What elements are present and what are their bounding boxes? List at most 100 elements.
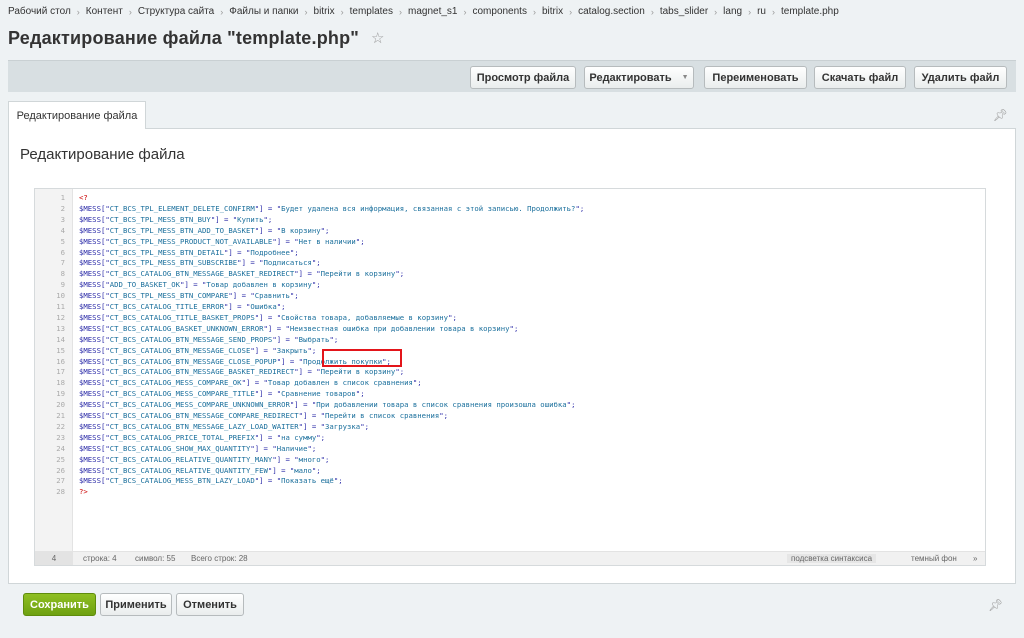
- syntax-highlight-toggle[interactable]: подсветка синтаксиса: [787, 554, 877, 563]
- apply-label: Применить: [105, 598, 167, 611]
- code-text: $MESS["CT_BCS_CATALOG_RELATIVE_QUANTITY_…: [79, 465, 321, 475]
- breadcrumb-item[interactable]: bitrix: [542, 6, 563, 17]
- message-key: CT_BCS_CATALOG_PRICE_TOTAL_PREFIX: [109, 432, 255, 442]
- line-number: 26: [56, 465, 65, 475]
- message-key: CT_BCS_CATALOG_BTN_MESSAGE_CLOSE: [109, 345, 251, 355]
- line-number: 11: [56, 302, 65, 311]
- code-text: $MESS["CT_BCS_CATALOG_BTN_MESSAGE_CLOSE"…: [79, 345, 317, 355]
- breadcrumb-separator-icon: ›: [650, 6, 654, 17]
- cursor-line-indicator: 4: [35, 552, 73, 565]
- message-key: CT_BCS_CATALOG_MESS_COMPARE_UNKNOWN_ERRO…: [109, 400, 290, 410]
- toolbar: Просмотр файла Редактировать ▼ Переименов…: [8, 60, 1016, 92]
- line-number: 22: [56, 421, 65, 431]
- breadcrumb-item[interactable]: Контент: [86, 6, 123, 17]
- message-value: Сравнение товаров: [281, 389, 356, 399]
- code-text: $MESS["CT_BCS_CATALOG_RELATIVE_QUANTITY_…: [79, 454, 330, 464]
- star-icon[interactable]: ☆: [371, 31, 384, 46]
- cancel-button[interactable]: Отменить: [176, 593, 244, 616]
- message-value: Купить: [237, 214, 264, 224]
- code-text: $MESS["CT_BCS_CATALOG_BTN_MESSAGE_BASKET…: [79, 367, 405, 377]
- line-number: 6: [60, 247, 65, 257]
- line-number: 12: [56, 312, 65, 322]
- delete-label: Удалить файл: [921, 71, 1000, 84]
- message-key: CT_BCS_TPL_MESS_PRODUCT_NOT_AVAILABLE: [109, 236, 273, 246]
- code-text: $MESS["CT_BCS_TPL_MESS_BTN_DETAIL"] = "П…: [79, 247, 299, 257]
- message-value: Свойства товара, добавляемые в корзину: [281, 312, 449, 322]
- line-number: 7: [60, 258, 65, 268]
- more-icon[interactable]: »: [973, 554, 977, 563]
- message-value: Будет удалена вся информация, связанная …: [281, 203, 576, 213]
- message-key: CT_BCS_TPL_MESS_BTN_DETAIL: [109, 247, 224, 257]
- rename-button[interactable]: Переименовать: [704, 66, 807, 89]
- edit-dropdown-button[interactable]: Редактировать ▼: [584, 66, 694, 89]
- message-key: CT_BCS_CATALOG_BTN_MESSAGE_COMPARE_REDIR…: [109, 411, 299, 420]
- message-value: много: [298, 454, 321, 464]
- line-number: 23: [56, 432, 65, 442]
- message-value: Товар добавлен в список сравнения: [267, 378, 413, 388]
- tabs-bar: Редактирование файла 📌︎: [8, 101, 1016, 130]
- breadcrumb-item[interactable]: magnet_s1: [408, 6, 457, 17]
- breadcrumb-item[interactable]: Файлы и папки: [229, 6, 298, 17]
- code-text: $MESS["CT_BCS_CATALOG_PRICE_TOTAL_PREFIX…: [79, 432, 326, 442]
- code-text: $MESS["CT_BCS_CATALOG_SHOW_MAX_QUANTITY"…: [79, 443, 317, 453]
- breadcrumb-item[interactable]: Структура сайта: [138, 6, 214, 17]
- code-text: $MESS["CT_BCS_CATALOG_MESS_COMPARE_UNKNO…: [79, 400, 576, 410]
- breadcrumb-separator-icon: ›: [128, 6, 132, 17]
- apply-button[interactable]: Применить: [100, 593, 172, 616]
- message-key: CT_BCS_TPL_MESS_BTN_BUY: [109, 214, 211, 224]
- breadcrumb-item[interactable]: bitrix: [314, 6, 335, 17]
- message-key: CT_BCS_CATALOG_TITLE_ERROR: [109, 302, 224, 311]
- save-button[interactable]: Сохранить: [23, 593, 96, 616]
- pin-icon[interactable]: 📌︎: [993, 108, 1008, 122]
- line-number: 21: [56, 411, 65, 420]
- message-value: мало: [294, 465, 312, 475]
- code-text: $MESS["CT_BCS_CATALOG_MESS_COMPARE_TITLE…: [79, 389, 365, 399]
- message-value: В корзину: [281, 225, 321, 235]
- breadcrumb: Рабочий стол › Контент › Структура сайта › Фай…: [8, 6, 839, 17]
- breadcrumb-separator-icon: ›: [532, 6, 536, 17]
- line-number: 13: [56, 323, 65, 333]
- line-number: 17: [56, 367, 65, 377]
- breadcrumb-item[interactable]: Рабочий стол: [8, 6, 71, 17]
- message-key: CT_BCS_TPL_MESS_BTN_COMPARE: [109, 291, 229, 301]
- line-number: 5: [60, 236, 65, 246]
- line-number: 9: [60, 280, 65, 290]
- view-file-button[interactable]: Просмотр файла: [470, 66, 576, 89]
- code-text: $MESS["CT_BCS_CATALOG_BTN_MESSAGE_COMPAR…: [79, 411, 449, 420]
- breadcrumb-item[interactable]: tabs_slider: [660, 6, 708, 17]
- message-value: Товар добавлен в корзину: [206, 280, 312, 290]
- annotation-highlight-box: [322, 349, 402, 367]
- message-value: Перейти в корзину: [320, 367, 396, 377]
- code-text: $MESS["CT_BCS_CATALOG_TITLE_BASKET_PROPS…: [79, 312, 457, 322]
- breadcrumb-item[interactable]: templates: [350, 6, 393, 17]
- line-number: 14: [56, 334, 65, 344]
- message-key: ADD_TO_BASKET_OK: [109, 280, 181, 290]
- line-number: 19: [56, 389, 65, 399]
- edit-label: Редактировать: [589, 71, 672, 84]
- line-number: 15: [56, 345, 65, 355]
- view-file-label: Просмотр файла: [476, 71, 570, 84]
- code-editor[interactable]: 1 <? 2 $MESS["CT_BCS_TPL_ELEMENT_DELETE_CON…: [34, 188, 986, 566]
- tab-edit-file[interactable]: Редактирование файла: [8, 101, 146, 130]
- breadcrumb-item[interactable]: lang: [723, 6, 742, 17]
- breadcrumb-item[interactable]: ru: [757, 6, 766, 17]
- breadcrumb-separator-icon: ›: [399, 6, 402, 17]
- download-button[interactable]: Скачать файл: [814, 66, 906, 89]
- code-text: $MESS["CT_BCS_TPL_MESS_PRODUCT_NOT_AVAIL…: [79, 236, 365, 246]
- breadcrumb-item[interactable]: catalog.section: [578, 6, 645, 17]
- breadcrumb-item: template.php: [780, 6, 839, 17]
- chevron-down-icon: ▼: [681, 74, 689, 81]
- dark-theme-toggle[interactable]: темный фон: [911, 554, 957, 563]
- breadcrumb-separator-icon: ›: [340, 6, 344, 17]
- breadcrumb-item[interactable]: components: [472, 6, 526, 17]
- symbol-status: символ: 55: [135, 554, 176, 563]
- line-number: 28: [56, 487, 65, 497]
- delete-button[interactable]: Удалить файл: [914, 66, 1007, 89]
- code-text: $MESS["CT_BCS_CATALOG_TITLE_ERROR"] = "О…: [79, 302, 286, 311]
- pin-icon-footer[interactable]: 📌︎: [988, 598, 1003, 612]
- code-text: $MESS["CT_BCS_CATALOG_MESS_BTN_LAZY_LOAD…: [79, 476, 343, 486]
- message-key: CT_BCS_CATALOG_BTN_MESSAGE_BASKET_REDIRE…: [109, 367, 295, 377]
- panel-title: Редактирование файла: [20, 146, 185, 163]
- message-value: Подписаться: [263, 258, 312, 268]
- code-text: $MESS["ADD_TO_BASKET_OK"] = "Товар добав…: [79, 280, 321, 290]
